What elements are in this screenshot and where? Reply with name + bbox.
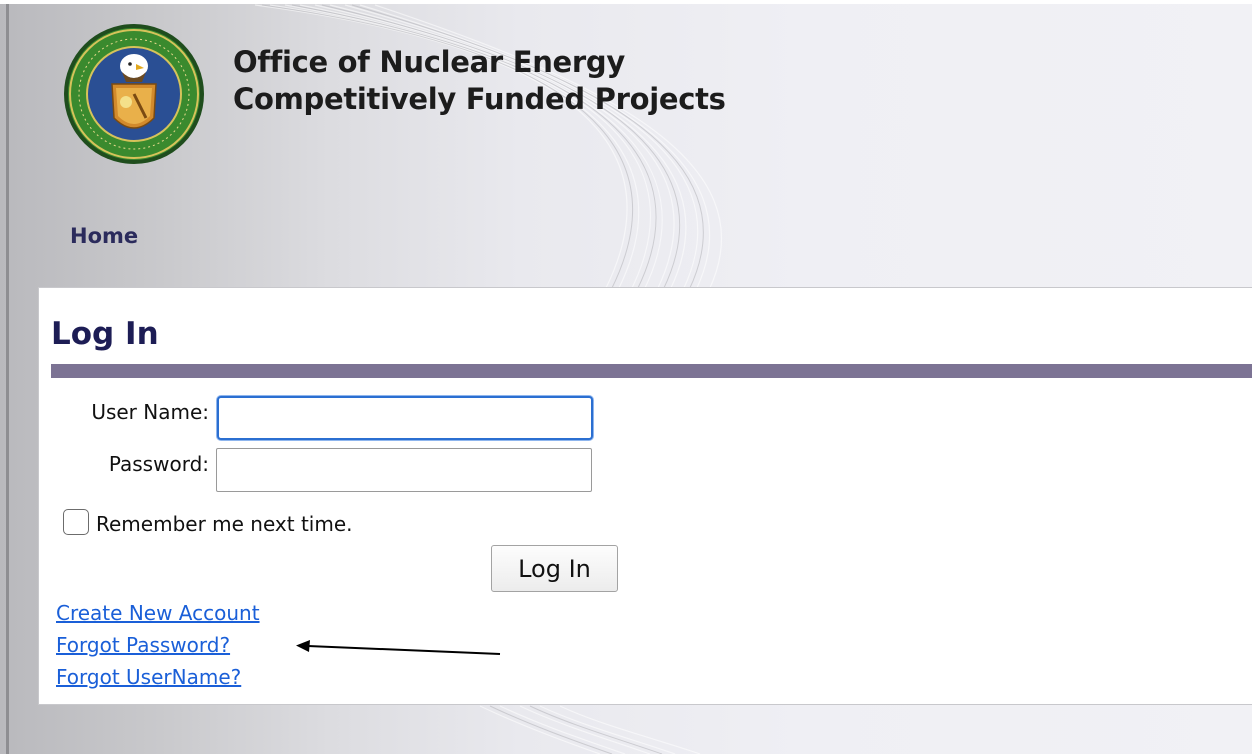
annotation-arrow-icon: [296, 640, 501, 655]
